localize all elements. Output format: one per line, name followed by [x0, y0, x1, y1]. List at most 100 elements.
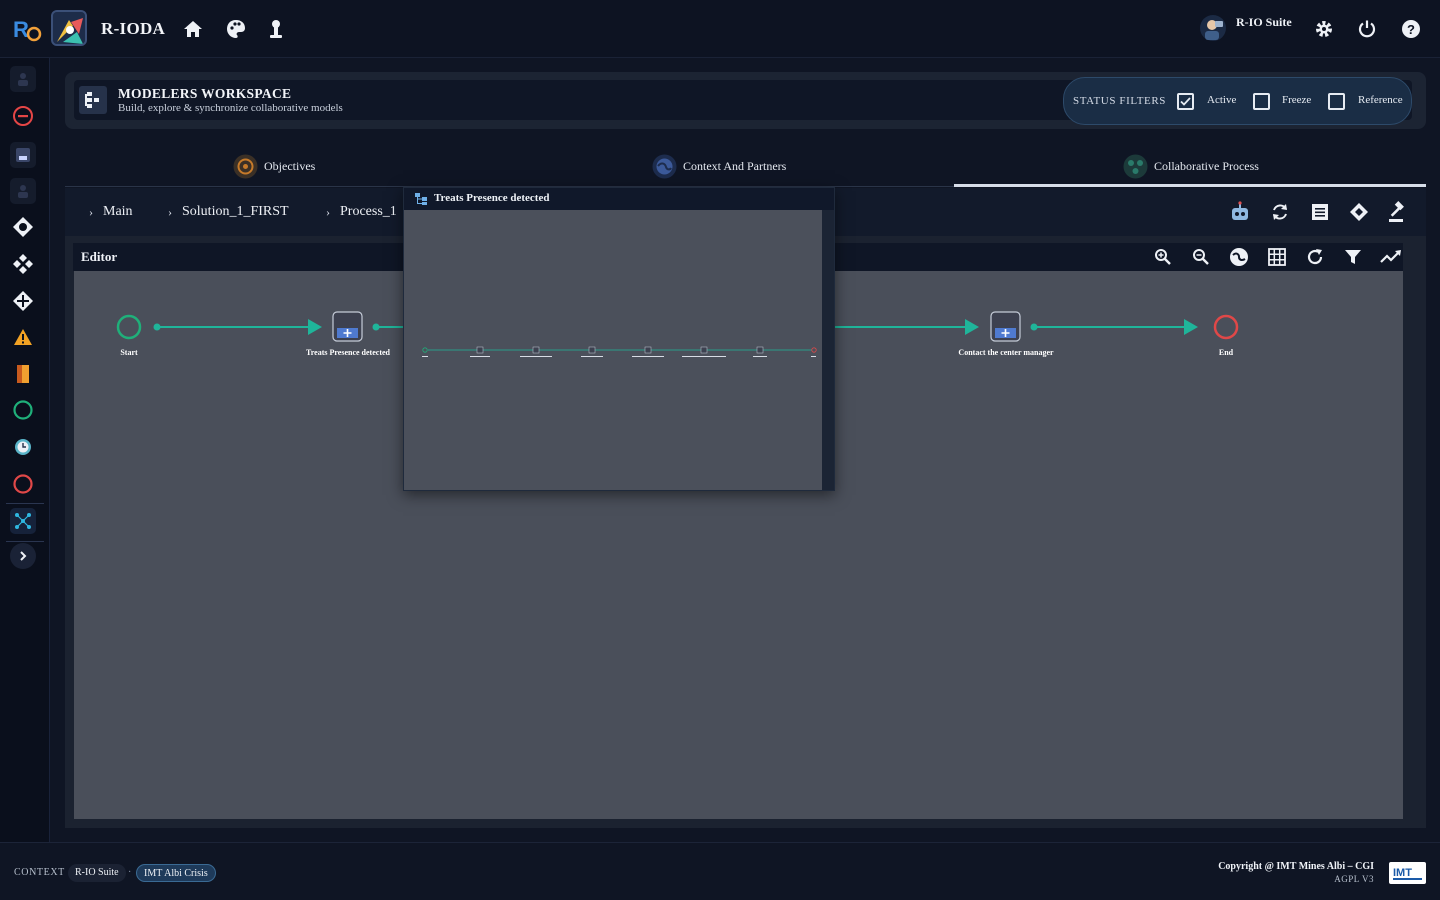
network-icon[interactable]	[10, 508, 36, 534]
page-title: MODELERS WORKSPACE	[118, 86, 292, 101]
circle-green-icon[interactable]	[10, 397, 36, 423]
end-event[interactable]	[1213, 314, 1239, 340]
status-filters-label: STATUS FILTERS	[1073, 95, 1166, 107]
freeze-label[interactable]: Freeze	[1282, 94, 1311, 106]
document-icon[interactable]	[10, 361, 36, 387]
palette-icon[interactable]	[225, 18, 247, 40]
active-checkbox[interactable]	[1177, 93, 1194, 110]
popup-header: Treats Presence detected	[404, 188, 834, 210]
zoom-out-icon[interactable]	[1190, 246, 1212, 268]
diamond-cluster-icon[interactable]	[10, 251, 36, 277]
active-tab-indicator	[954, 184, 1426, 187]
tab-context[interactable]: Context And Partners	[652, 152, 786, 180]
mini-process-diagram	[422, 346, 817, 357]
filter-icon[interactable]	[1342, 246, 1364, 268]
alert-icon[interactable]	[10, 324, 36, 350]
list-icon[interactable]	[1308, 200, 1332, 224]
left-rail	[0, 58, 50, 842]
chevron-right-icon: ›	[326, 204, 330, 219]
r-io-logo[interactable]: R	[12, 14, 42, 44]
gavel-icon[interactable]	[1386, 200, 1410, 224]
tab-bar: Objectives Context And Partners Collabor…	[65, 144, 1426, 188]
popup-title: Treats Presence detected	[434, 192, 550, 204]
context-label: CONTEXT	[14, 867, 65, 878]
page-subtitle: Build, explore & synchronize collaborati…	[118, 102, 343, 114]
imt-logo: IMT	[1389, 862, 1426, 884]
start-label: Start	[120, 348, 138, 357]
svg-text:IMT: IMT	[1393, 867, 1412, 879]
svg-text:?: ?	[1407, 22, 1415, 37]
diamond-icon[interactable]	[1347, 200, 1371, 224]
hierarchy-icon	[79, 86, 107, 114]
popup-diagram-preview	[404, 210, 822, 490]
minus-circle-icon[interactable]	[10, 103, 36, 129]
start-event[interactable]	[116, 314, 142, 340]
refresh-icon[interactable]	[1304, 246, 1326, 268]
robot-icon[interactable]	[1228, 200, 1252, 224]
avatar[interactable]	[1199, 14, 1227, 42]
process-icon	[1123, 154, 1148, 178]
chevron-right-icon: ›	[89, 204, 93, 219]
freeze-checkbox[interactable]	[1253, 93, 1270, 110]
tab-context-label: Context And Partners	[683, 158, 787, 173]
status-filters: STATUS FILTERS Active Freeze Reference	[1063, 77, 1412, 125]
expand-chevron-icon[interactable]	[10, 543, 36, 569]
app-title: R-IODA	[101, 19, 166, 38]
editor-title: Editor	[81, 249, 118, 264]
cross-arrows-icon[interactable]	[10, 288, 36, 314]
workspace-header: MODELERS WORKSPACE Build, explore & sync…	[65, 72, 1426, 129]
target-icon[interactable]	[10, 214, 36, 240]
context-chip-crisis[interactable]: IMT Albi Crisis	[136, 864, 216, 882]
chevron-right-icon: ›	[168, 204, 172, 219]
footer: CONTEXT R-IO Suite · IMT Albi Crisis Cop…	[0, 842, 1440, 900]
person-icon[interactable]	[10, 178, 36, 204]
rail-divider	[6, 503, 44, 504]
user-name[interactable]: R-IO Suite	[1236, 15, 1292, 30]
svg-text:R: R	[13, 17, 29, 42]
home-icon[interactable]	[182, 18, 204, 40]
hierarchy-icon	[415, 193, 427, 205]
breadcrumb-item-process[interactable]: › Process_1	[326, 204, 397, 220]
person-pin-icon[interactable]	[265, 18, 287, 40]
flow-arrowhead	[965, 319, 979, 335]
end-label: End	[1218, 348, 1234, 357]
breadcrumb-label: Process_1	[340, 204, 397, 219]
grid-icon[interactable]	[1266, 246, 1288, 268]
breadcrumb-item-main[interactable]: › Main	[89, 204, 133, 220]
tab-objectives-label: Objectives	[264, 158, 316, 173]
app-logo[interactable]	[51, 10, 87, 46]
flow-arrowhead	[308, 319, 322, 335]
popup-scrollbar[interactable]	[822, 210, 834, 490]
user-box-icon[interactable]	[10, 142, 36, 168]
context-chip-suite[interactable]: R-IO Suite	[68, 864, 126, 882]
task-contact-manager[interactable]	[990, 311, 1021, 342]
breadcrumb-item-solution[interactable]: › Solution_1_FIRST	[168, 204, 289, 220]
task-treats-presence[interactable]	[332, 311, 363, 342]
globe-icon[interactable]	[1228, 246, 1250, 268]
tab-collaborative-process[interactable]: Collaborative Process	[1123, 152, 1259, 180]
breadcrumb-label: Solution_1_FIRST	[182, 204, 289, 219]
warning-user-icon[interactable]	[10, 66, 36, 92]
active-label[interactable]: Active	[1207, 94, 1236, 106]
license: AGPL V3	[1334, 874, 1374, 884]
reference-checkbox[interactable]	[1328, 93, 1345, 110]
settings-icon[interactable]	[1313, 18, 1335, 40]
trend-icon[interactable]	[1380, 246, 1402, 268]
tab-collaborative-process-label: Collaborative Process	[1154, 158, 1259, 173]
flow-arrowhead	[1184, 319, 1198, 335]
power-icon[interactable]	[1356, 18, 1378, 40]
sync-icon[interactable]	[1268, 200, 1292, 224]
task-treats-presence-label: Treats Presence detected	[306, 348, 390, 357]
clock-icon[interactable]	[10, 434, 36, 460]
circle-red-icon[interactable]	[10, 471, 36, 497]
tab-objectives[interactable]: Objectives	[233, 152, 315, 180]
globe-icon	[652, 154, 677, 178]
help-icon[interactable]: ?	[1400, 18, 1422, 40]
task-contact-manager-label: Contact the center manager	[958, 348, 1054, 357]
subprocess-preview-popup[interactable]: Treats Presence detected	[403, 187, 835, 491]
top-bar: R R-IODA R-IO Suite ?	[0, 0, 1440, 58]
zoom-in-icon[interactable]	[1152, 246, 1174, 268]
context-separator: ·	[128, 867, 132, 878]
copyright: Copyright @ IMT Mines Albi – CGI	[1218, 861, 1374, 872]
reference-label[interactable]: Reference	[1358, 94, 1403, 106]
